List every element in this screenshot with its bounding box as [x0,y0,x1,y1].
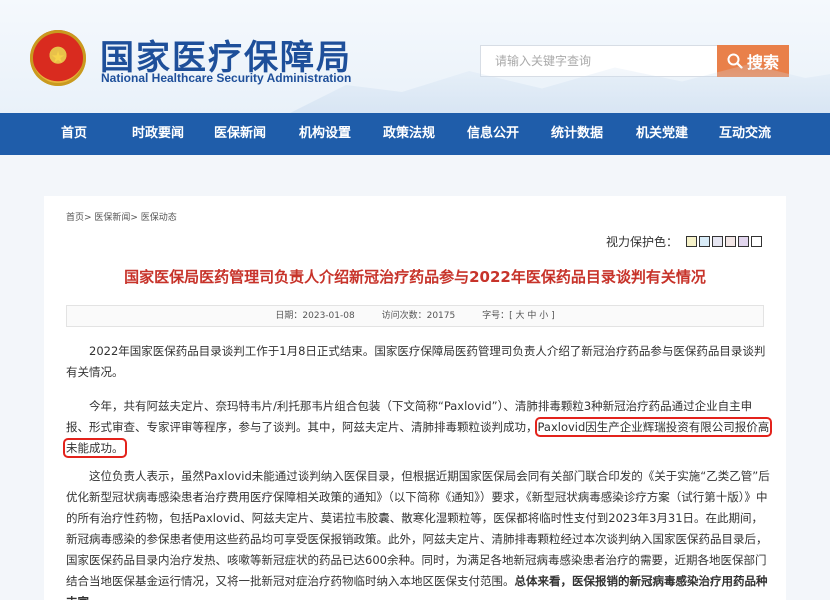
search-icon [727,53,743,69]
swatch-purple[interactable] [738,236,750,247]
swatch-blue[interactable] [699,236,711,247]
paragraph-1-text: 2022年国家医保药品目录谈判工作于1月8日正式结束。国家医疗保障局医药管理司负… [66,344,766,379]
search-input[interactable]: 请输入关键字查询 [480,45,718,77]
site-subtitle: National Healthcare Security Administrat… [101,71,352,85]
swatch-gray[interactable] [712,236,724,247]
nav-item-home[interactable]: 首页 [61,113,87,155]
nav-item-interaction[interactable]: 互动交流 [719,113,771,155]
article-views: 访问次数：20175 [381,311,456,321]
font-size-control[interactable]: 字号：[ 大 中 小 ] [482,311,554,321]
search-button[interactable]: 搜索 [717,45,789,77]
vision-protection-colors: 视力保护色： [606,233,763,250]
article-title: 国家医保局医药管理司负责人介绍新冠治疗药品参与2022年医保药品目录谈判有关情况 [124,268,706,286]
nav-item-healthcare-news[interactable]: 医保新闻 [214,113,266,155]
swatch-pink[interactable] [725,236,737,247]
nav-item-party-building[interactable]: 机关党建 [636,113,688,155]
national-emblem-icon: ★ [30,30,86,86]
nav-item-news-politics[interactable]: 时政要闻 [132,113,184,155]
site-header: ★ 国家医疗保障局 National Healthcare Security A… [0,0,830,113]
breadcrumb[interactable]: 首页> 医保新闻> 医保动态 [66,210,177,223]
nav-item-info-disclosure[interactable]: 信息公开 [467,113,519,155]
article-paragraph-2: 今年，共有阿兹夫定片、奈玛特韦片/利托那韦片组合包装（下文简称“Paxlovid… [62,396,773,459]
swatch-yellow[interactable] [686,236,698,247]
article-paragraph-3: 这位负责人表示，虽然Paxlovid未能通过谈判纳入医保目录，但根据近期国家医保… [66,466,771,600]
search-button-label: 搜索 [746,53,779,72]
paragraph-3-text: 这位负责人表示，虽然Paxlovid未能通过谈判纳入医保目录，但根据近期国家医保… [66,469,770,588]
article-paragraph-1: 2022年国家医保药品目录谈判工作于1月8日正式结束。国家医疗保障局医药管理司负… [66,341,771,383]
swatch-white[interactable] [751,236,763,247]
article-card: 首页> 医保新闻> 医保动态 视力保护色： 国家医保局医药管理司负责人介绍新冠治… [44,196,786,600]
article-date: 日期：2023-01-08 [275,311,355,321]
nav-item-statistics[interactable]: 统计数据 [551,113,603,155]
main-nav: 首页 时政要闻 医保新闻 机构设置 政策法规 信息公开 统计数据 机关党建 互动… [0,113,830,155]
article-meta: 日期：2023-01-08 访问次数：20175 字号：[ 大 中 小 ] [66,305,764,327]
nav-item-policies[interactable]: 政策法规 [383,113,435,155]
vision-label: 视力保护色： [606,235,679,249]
nav-item-organization[interactable]: 机构设置 [299,113,351,155]
emblem-star: ★ [50,47,66,67]
